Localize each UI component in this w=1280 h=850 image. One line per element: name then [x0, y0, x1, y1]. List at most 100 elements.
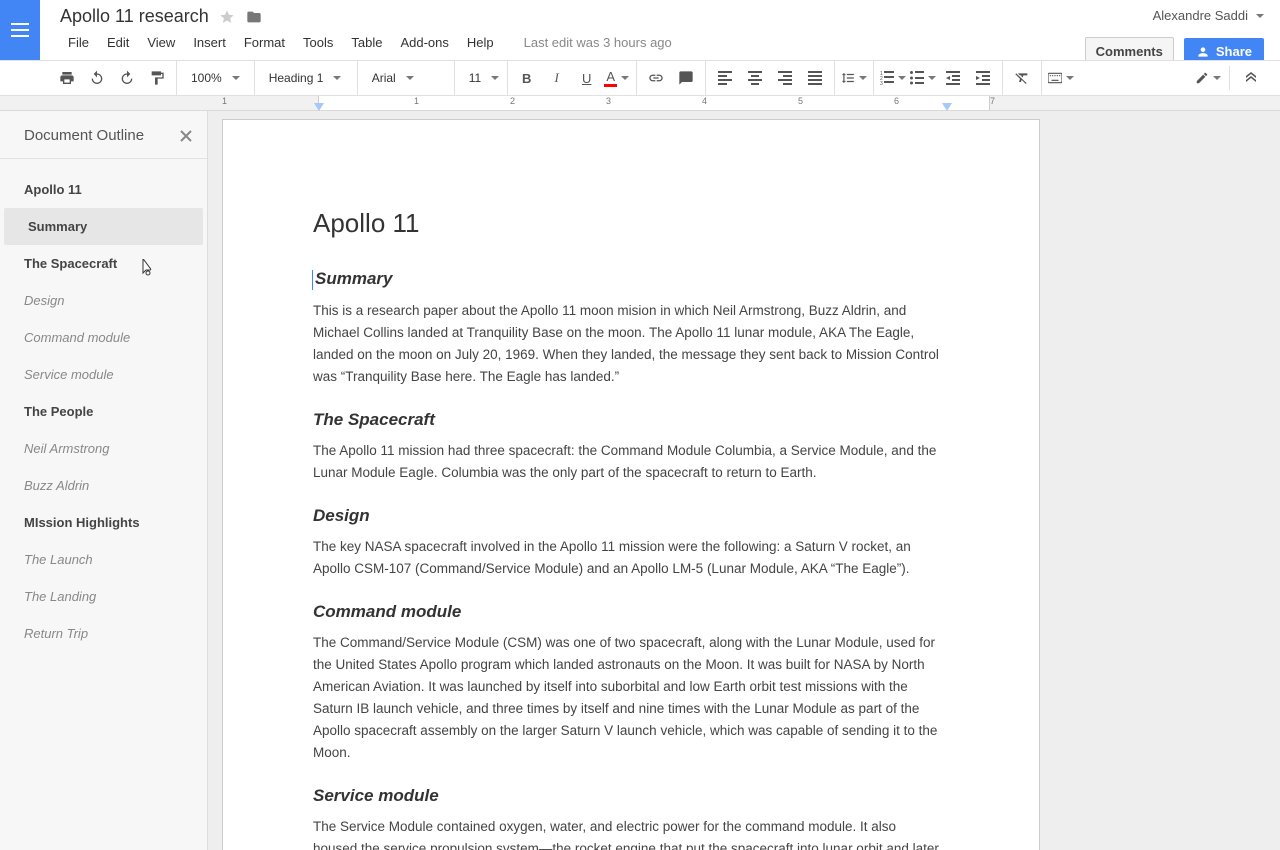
line-spacing-icon: [841, 70, 855, 86]
menu-addons[interactable]: Add-ons: [392, 31, 456, 54]
folder-icon[interactable]: [245, 9, 263, 25]
doc-heading[interactable]: Design: [313, 506, 943, 526]
chevron-up-icon: [1244, 71, 1258, 85]
outline-item[interactable]: Neil Armstrong: [0, 430, 207, 467]
menu-insert[interactable]: Insert: [185, 31, 234, 54]
ruler[interactable]: 1 1 2 3 4 5 6 7: [0, 96, 1280, 111]
doc-heading[interactable]: The Spacecraft: [313, 410, 943, 430]
last-edit-label: Last edit was 3 hours ago: [524, 35, 672, 50]
share-label: Share: [1216, 44, 1252, 59]
align-right-icon: [778, 71, 792, 85]
indent-marker-right[interactable]: [942, 103, 952, 111]
outline-item[interactable]: The People: [0, 393, 207, 430]
bulleted-list-icon: [910, 71, 924, 85]
undo-button[interactable]: [84, 65, 110, 91]
align-left-button[interactable]: [712, 65, 738, 91]
undo-icon: [89, 70, 105, 86]
menu-format[interactable]: Format: [236, 31, 293, 54]
chevron-down-icon: [1066, 76, 1074, 80]
increase-indent-button[interactable]: [970, 65, 996, 91]
input-tools-button[interactable]: [1048, 65, 1074, 91]
text-color-icon: A: [604, 69, 617, 87]
zoom-select[interactable]: 100%: [183, 65, 248, 91]
outline-item[interactable]: Command module: [0, 319, 207, 356]
header-right: Alexandre Saddi Comments Share: [1085, 0, 1280, 66]
menu-edit[interactable]: Edit: [99, 31, 137, 54]
document-scroll-area[interactable]: Apollo 11 Summary This is a research pape…: [208, 111, 1280, 850]
insert-comment-button[interactable]: [673, 65, 699, 91]
menu-hamburger-button[interactable]: [0, 0, 40, 60]
menu-tools[interactable]: Tools: [295, 31, 341, 54]
menu-view[interactable]: View: [139, 31, 183, 54]
numbered-list-button[interactable]: 123: [880, 65, 906, 91]
font-size-select[interactable]: 11: [461, 65, 501, 91]
editing-mode-button[interactable]: [1195, 65, 1221, 91]
italic-button[interactable]: I: [544, 65, 570, 91]
outline-item[interactable]: Summary: [4, 208, 203, 245]
bold-button[interactable]: B: [514, 65, 540, 91]
svg-text:3: 3: [880, 81, 883, 85]
doc-paragraph[interactable]: The Service Module contained oxygen, wat…: [313, 816, 943, 850]
close-icon: [179, 129, 193, 143]
outline-item[interactable]: Return Trip: [0, 615, 207, 652]
app-header: Apollo 11 research File Edit View Insert…: [0, 0, 1280, 60]
menu-help[interactable]: Help: [459, 31, 502, 54]
print-icon: [59, 70, 75, 86]
username-label: Alexandre Saddi: [1153, 8, 1248, 23]
doc-paragraph[interactable]: The Apollo 11 mission had three spacecra…: [313, 440, 943, 484]
bold-icon: B: [522, 71, 531, 86]
collapse-toolbar-button[interactable]: [1238, 65, 1264, 91]
doc-heading[interactable]: Service module: [313, 786, 943, 806]
doc-heading[interactable]: Summary: [313, 269, 943, 290]
align-center-button[interactable]: [742, 65, 768, 91]
doc-h1[interactable]: Apollo 11: [313, 208, 943, 239]
outline-item[interactable]: Buzz Aldrin: [0, 467, 207, 504]
align-right-button[interactable]: [772, 65, 798, 91]
outline-item[interactable]: Design: [0, 282, 207, 319]
menu-file[interactable]: File: [60, 31, 97, 54]
outline-item[interactable]: MIssion Highlights: [0, 504, 207, 541]
chevron-down-icon: [333, 76, 341, 80]
paragraph-style-select[interactable]: Heading 1: [261, 65, 351, 91]
document-title[interactable]: Apollo 11 research: [60, 6, 209, 27]
chevron-down-icon: [1213, 76, 1221, 80]
chevron-down-icon: [406, 76, 414, 80]
indent-marker-left[interactable]: [314, 103, 324, 111]
doc-paragraph[interactable]: The Command/Service Module (CSM) was one…: [313, 632, 943, 764]
menu-bar: File Edit View Insert Format Tools Table…: [60, 31, 1065, 54]
line-spacing-button[interactable]: [841, 65, 867, 91]
keyboard-icon: [1048, 71, 1062, 85]
outline-item[interactable]: The Launch: [0, 541, 207, 578]
insert-link-button[interactable]: [643, 65, 669, 91]
redo-icon: [119, 70, 135, 86]
redo-button[interactable]: [114, 65, 140, 91]
comment-icon: [678, 70, 694, 86]
print-button[interactable]: [54, 65, 80, 91]
menu-table[interactable]: Table: [343, 31, 390, 54]
zoom-value: 100%: [191, 71, 222, 85]
bulleted-list-button[interactable]: [910, 65, 936, 91]
star-icon[interactable]: [219, 9, 235, 25]
text-color-button[interactable]: A: [604, 65, 630, 91]
outline-item[interactable]: The Spacecraft: [0, 245, 207, 282]
outline-sidebar: Document Outline Apollo 11SummaryThe Spa…: [0, 111, 208, 850]
document-page[interactable]: Apollo 11 Summary This is a research pape…: [222, 119, 1040, 850]
font-select[interactable]: Arial: [364, 65, 448, 91]
doc-paragraph[interactable]: The key NASA spacecraft involved in the …: [313, 536, 943, 580]
clear-formatting-button[interactable]: [1009, 65, 1035, 91]
close-outline-button[interactable]: [179, 129, 193, 143]
doc-heading[interactable]: Command module: [313, 602, 943, 622]
indent-decrease-icon: [946, 71, 960, 85]
account-menu[interactable]: Alexandre Saddi: [1153, 8, 1264, 23]
outline-item[interactable]: The Landing: [0, 578, 207, 615]
doc-paragraph[interactable]: This is a research paper about the Apoll…: [313, 300, 943, 388]
align-justify-icon: [808, 71, 822, 85]
font-value: Arial: [372, 71, 396, 85]
outline-item[interactable]: Apollo 11: [0, 171, 207, 208]
decrease-indent-button[interactable]: [940, 65, 966, 91]
outline-item[interactable]: Service module: [0, 356, 207, 393]
italic-icon: I: [555, 70, 559, 86]
underline-button[interactable]: U: [574, 65, 600, 91]
paint-format-button[interactable]: [144, 65, 170, 91]
align-justify-button[interactable]: [802, 65, 828, 91]
